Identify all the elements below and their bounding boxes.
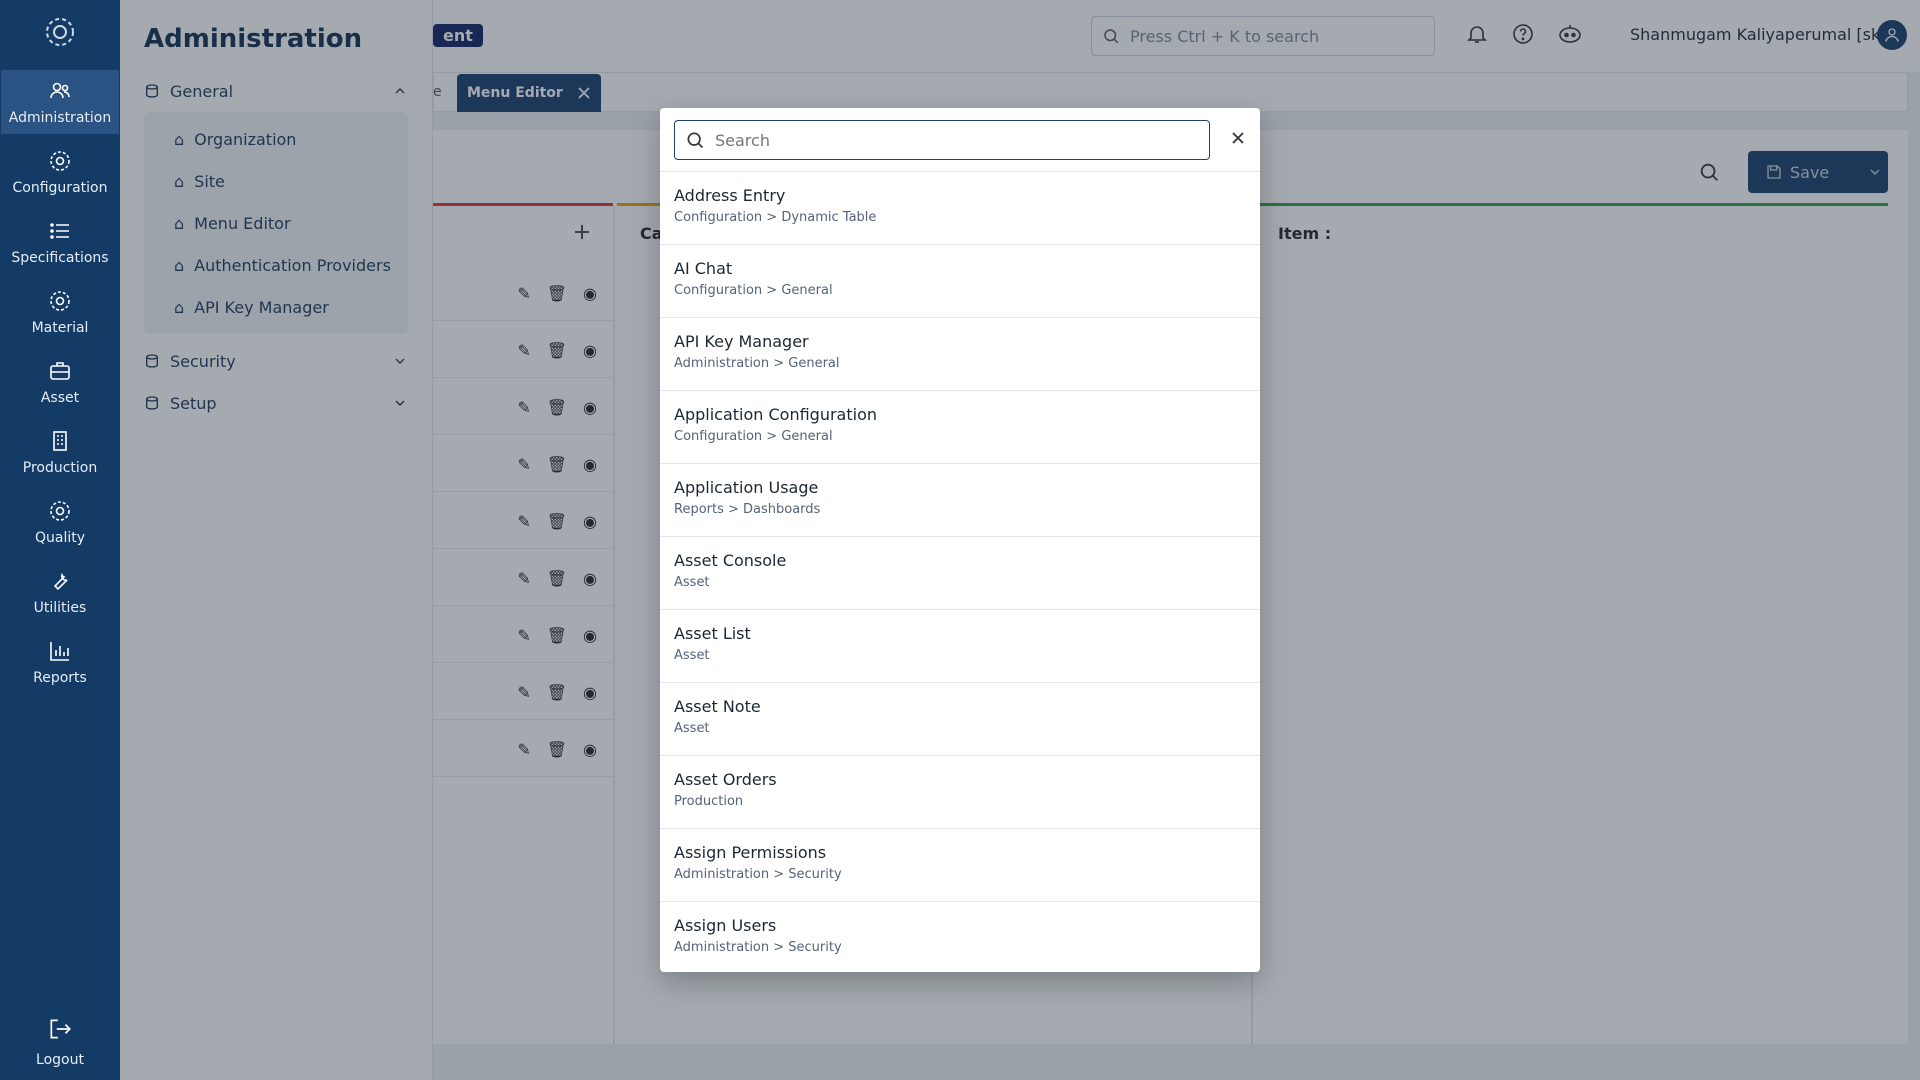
result-path: Configuration > Dynamic Table bbox=[674, 210, 877, 225]
search-result-item[interactable]: Application Usage Reports > Dashboards bbox=[660, 463, 1260, 536]
wrench-icon bbox=[47, 568, 73, 594]
result-title: Asset Console bbox=[674, 551, 787, 570]
result-title: Assign Permissions bbox=[674, 843, 827, 862]
logout-label: Logout bbox=[36, 1052, 84, 1068]
rail-label: Material bbox=[31, 320, 89, 336]
modal-search-field[interactable] bbox=[674, 120, 1210, 160]
gear-icon bbox=[47, 498, 73, 524]
rail-label: Quality bbox=[34, 530, 86, 546]
search-result-item[interactable]: AI Chat Configuration > General bbox=[660, 244, 1260, 317]
rail-label: Utilities bbox=[33, 600, 87, 616]
result-path: Asset bbox=[674, 721, 710, 736]
search-result-item[interactable]: Asset Orders Production bbox=[660, 755, 1260, 828]
result-title: Asset List bbox=[674, 624, 751, 643]
search-icon bbox=[687, 132, 704, 149]
search-result-item[interactable]: Assign Users Administration > Security bbox=[660, 901, 1260, 972]
app-logo[interactable] bbox=[0, 0, 120, 64]
rail-item-reports[interactable]: Reports bbox=[1, 630, 119, 694]
rail-label: Specifications bbox=[11, 250, 109, 266]
search-result-item[interactable]: Asset List Asset bbox=[660, 609, 1260, 682]
list-icon bbox=[47, 218, 73, 244]
result-title: Application Usage bbox=[674, 478, 819, 497]
rail-item-asset[interactable]: Asset bbox=[1, 350, 119, 414]
result-path: Administration > General bbox=[674, 356, 840, 371]
gear-icon bbox=[47, 288, 73, 314]
rail-item-utilities[interactable]: Utilities bbox=[1, 560, 119, 624]
logo-icon bbox=[46, 18, 74, 46]
result-title: Asset Note bbox=[674, 697, 761, 716]
close-icon bbox=[1232, 132, 1244, 144]
result-title: AI Chat bbox=[674, 259, 733, 278]
search-result-item[interactable]: Asset Note Asset bbox=[660, 682, 1260, 755]
result-title: Address Entry bbox=[674, 186, 786, 205]
rail-item-material[interactable]: Material bbox=[1, 280, 119, 344]
rail-label: Production bbox=[22, 460, 98, 476]
result-path: Configuration > General bbox=[674, 429, 833, 444]
rail-item-configuration[interactable]: Configuration bbox=[1, 140, 119, 204]
rail-label: Configuration bbox=[12, 180, 108, 196]
search-results-list: Address Entry Configuration > Dynamic Tab… bbox=[660, 171, 1260, 972]
result-path: Asset bbox=[674, 575, 710, 590]
result-path: Administration > Security bbox=[674, 940, 842, 955]
rail-label: Reports bbox=[33, 670, 87, 686]
search-result-item[interactable]: Asset Console Asset bbox=[660, 536, 1260, 609]
rail-label: Asset bbox=[40, 390, 80, 406]
bar-chart-icon bbox=[47, 638, 73, 664]
logout-icon bbox=[47, 1016, 73, 1046]
result-path: Administration > Security bbox=[674, 867, 842, 882]
result-title: Application Configuration bbox=[674, 405, 877, 424]
search-result-item[interactable]: Assign Permissions Administration > Secur… bbox=[660, 828, 1260, 901]
close-modal-button[interactable] bbox=[1226, 126, 1250, 150]
result-path: Asset bbox=[674, 648, 710, 663]
rail-item-administration[interactable]: Administration bbox=[1, 70, 119, 134]
result-title: Asset Orders bbox=[674, 770, 777, 789]
gear-icon bbox=[47, 148, 73, 174]
rail-item-production[interactable]: Production bbox=[1, 420, 119, 484]
modal-search-input[interactable] bbox=[715, 130, 1195, 150]
users-icon bbox=[47, 78, 73, 104]
rail-item-quality[interactable]: Quality bbox=[1, 490, 119, 554]
result-path: Production bbox=[674, 794, 744, 809]
result-title: API Key Manager bbox=[674, 332, 809, 351]
briefcase-icon bbox=[47, 358, 73, 384]
result-path: Reports > Dashboards bbox=[674, 502, 821, 517]
logout-button[interactable]: Logout bbox=[0, 1016, 120, 1068]
rail-label: Administration bbox=[8, 110, 112, 126]
result-path: Configuration > General bbox=[674, 283, 833, 298]
search-result-item[interactable]: API Key Manager Administration > General bbox=[660, 317, 1260, 390]
rail-item-specifications[interactable]: Specifications bbox=[1, 210, 119, 274]
result-title: Assign Users bbox=[674, 916, 777, 935]
search-result-item[interactable]: Application Configuration Configuration >… bbox=[660, 390, 1260, 463]
search-modal: Address Entry Configuration > Dynamic Tab… bbox=[660, 108, 1260, 972]
search-result-item[interactable]: Address Entry Configuration > Dynamic Tab… bbox=[660, 171, 1260, 244]
left-rail: Administration Configuration Specificati… bbox=[0, 0, 120, 1080]
building-icon bbox=[47, 428, 73, 454]
